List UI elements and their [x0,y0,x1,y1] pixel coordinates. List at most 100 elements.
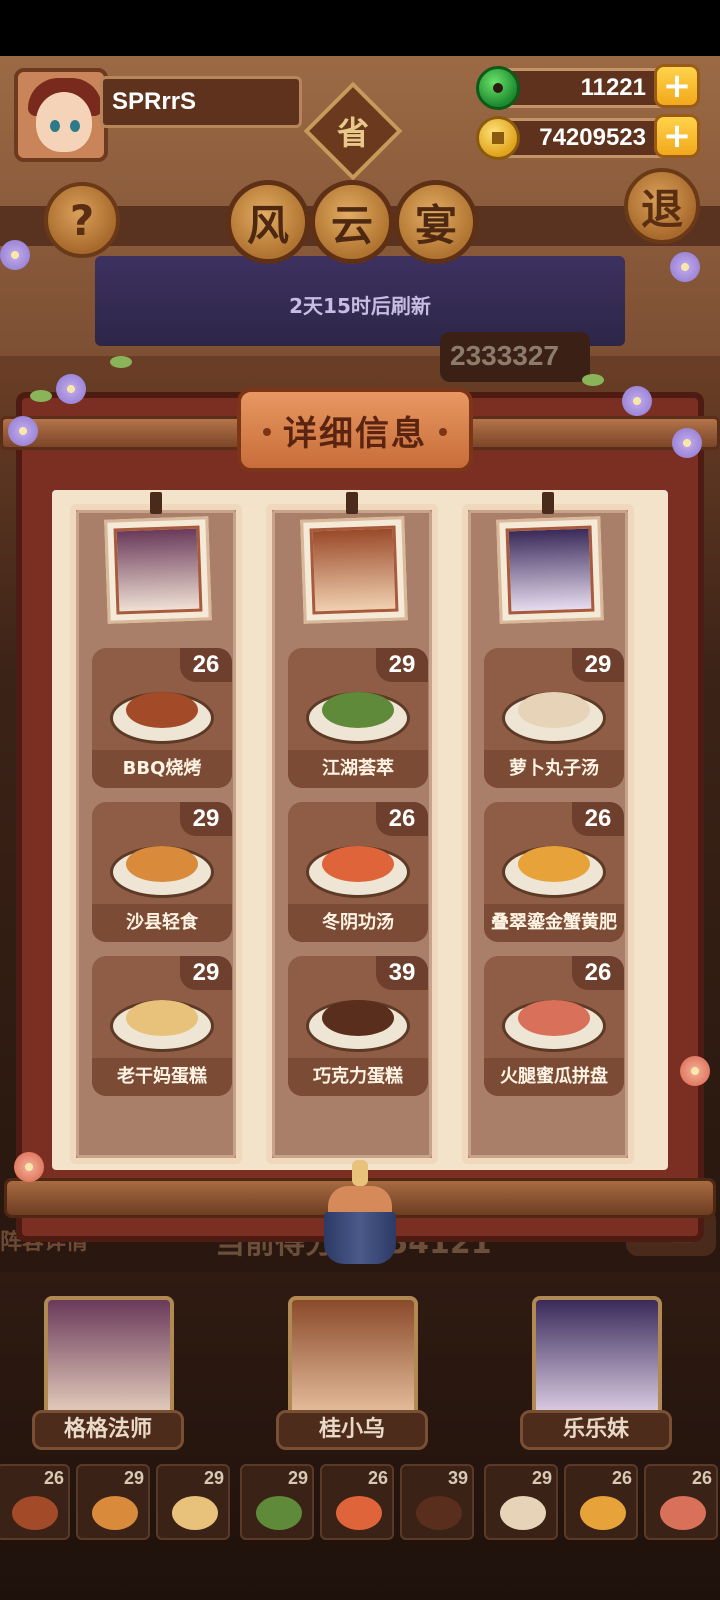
coin-amount: 74209523 [539,124,646,151]
dish-level-badge: 29 [180,802,232,836]
dish-card[interactable]: 29 萝卜丸子汤 [484,648,624,788]
dish-image [306,832,410,898]
mini-dish-slot[interactable]: 29 [76,1464,150,1540]
avatar-face [36,92,92,152]
jade-amount: 11221 [580,74,646,101]
team-card-3[interactable] [532,1296,662,1422]
team-name-1: 格格法师 [32,1410,184,1450]
dish-image [110,986,214,1052]
character-portrait [113,525,203,615]
help-button[interactable]: ? [44,182,120,258]
mini-dish-image [660,1496,706,1530]
leaf-decoration [110,356,132,368]
exit-button[interactable]: 退 [624,168,700,244]
flower-decoration [14,1152,44,1182]
dish-image [502,832,606,898]
food-icon [518,692,590,728]
mini-dish-slot[interactable]: 26 [644,1464,718,1540]
food-icon [322,692,394,728]
title-char-3: 宴 [394,180,478,264]
flower-decoration [0,240,30,270]
team-name-2: 桂小乌 [276,1410,428,1450]
mini-dish-image [500,1496,546,1530]
dish-card[interactable]: 39 巧克力蛋糕 [288,956,428,1096]
dish-card[interactable]: 29 江湖荟萃 [288,648,428,788]
mini-dish-level: 26 [691,1468,712,1488]
flower-decoration [672,428,702,458]
dish-level-badge: 26 [572,956,624,990]
game-screen: SPRrrS 11221 + 74209523 + 省 ? 退 风 云 宴 2天… [0,56,720,1600]
mini-dish-level: 26 [611,1468,632,1488]
flower-decoration [56,374,86,404]
dish-name: 火腿蜜瓜拼盘 [484,1058,624,1096]
food-icon [126,692,198,728]
tassel-decoration [318,1160,402,1264]
clip-icon [346,492,358,514]
food-icon [322,1000,394,1036]
avatar-eye [50,120,60,132]
character-portrait [505,525,595,615]
province-label: 省 [336,114,369,152]
mini-dish-slot[interactable]: 26 [320,1464,394,1540]
dish-name: BBQ烧烤 [92,750,232,788]
dish-name: 沙县轻食 [92,904,232,942]
dish-card[interactable]: 29 老干妈蛋糕 [92,956,232,1096]
dish-image [306,678,410,744]
food-icon [518,1000,590,1036]
dish-name: 江湖荟萃 [288,750,428,788]
mini-dish-level: 26 [367,1468,388,1488]
dish-card[interactable]: 26 冬阴功汤 [288,802,428,942]
flower-decoration [8,416,38,446]
dish-card[interactable]: 29 沙县轻食 [92,802,232,942]
dish-name: 冬阴功汤 [288,904,428,942]
mini-dish-level: 29 [531,1468,552,1488]
mini-dish-slot[interactable]: 29 [484,1464,558,1540]
title-char-2: 云 [310,180,394,264]
mini-dish-level: 29 [203,1468,224,1488]
tassel-skirt [324,1212,396,1264]
dish-name: 老干妈蛋糕 [92,1058,232,1096]
dish-level-badge: 29 [376,648,428,682]
dish-card[interactable]: 26 BBQ烧烤 [92,648,232,788]
dish-level-badge: 26 [180,648,232,682]
player-avatar[interactable] [14,68,108,162]
team-name-3: 乐乐妹 [520,1410,672,1450]
flower-decoration [622,386,652,416]
modal-title-plate: 详细信息 [237,388,473,472]
tassel-knot [352,1160,368,1186]
coin-icon [476,116,520,160]
mini-dish-slot[interactable]: 39 [400,1464,474,1540]
jade-icon [476,66,520,110]
dish-card[interactable]: 26 火腿蜜瓜拼盘 [484,956,624,1096]
dish-level-badge: 29 [572,648,624,682]
player-name: SPRrrS [112,88,197,115]
dish-name: 萝卜丸子汤 [484,750,624,788]
food-icon [126,1000,198,1036]
mini-dish-image [256,1496,302,1530]
clip-icon [150,492,162,514]
character-portrait-frame [104,516,212,624]
leaf-decoration [582,374,604,386]
mini-dish-level: 39 [447,1468,468,1488]
mini-dish-slot[interactable]: 26 [0,1464,70,1540]
mini-dish-slot[interactable]: 29 [240,1464,314,1540]
dish-image [502,986,606,1052]
mini-dish-slot[interactable]: 26 [564,1464,638,1540]
mini-dish-slot[interactable]: 29 [156,1464,230,1540]
dish-image [306,986,410,1052]
team-card-2[interactable] [288,1296,418,1422]
food-icon [518,846,590,882]
flower-decoration [680,1056,710,1086]
dish-level-badge: 26 [376,802,428,836]
character-portrait-frame [496,516,604,624]
modal-title: 详细信息 [283,413,427,454]
mini-dish-image [336,1496,382,1530]
dish-card[interactable]: 26 叠翠鎏金蟹黄肥 [484,802,624,942]
add-coins-button[interactable]: + [654,114,700,158]
team-card-1[interactable] [44,1296,174,1422]
dish-image [110,832,214,898]
mini-dish-image [580,1496,626,1530]
mini-dish-level: 29 [123,1468,144,1488]
dish-name: 叠翠鎏金蟹黄肥 [484,904,624,942]
add-jade-button[interactable]: + [654,64,700,108]
